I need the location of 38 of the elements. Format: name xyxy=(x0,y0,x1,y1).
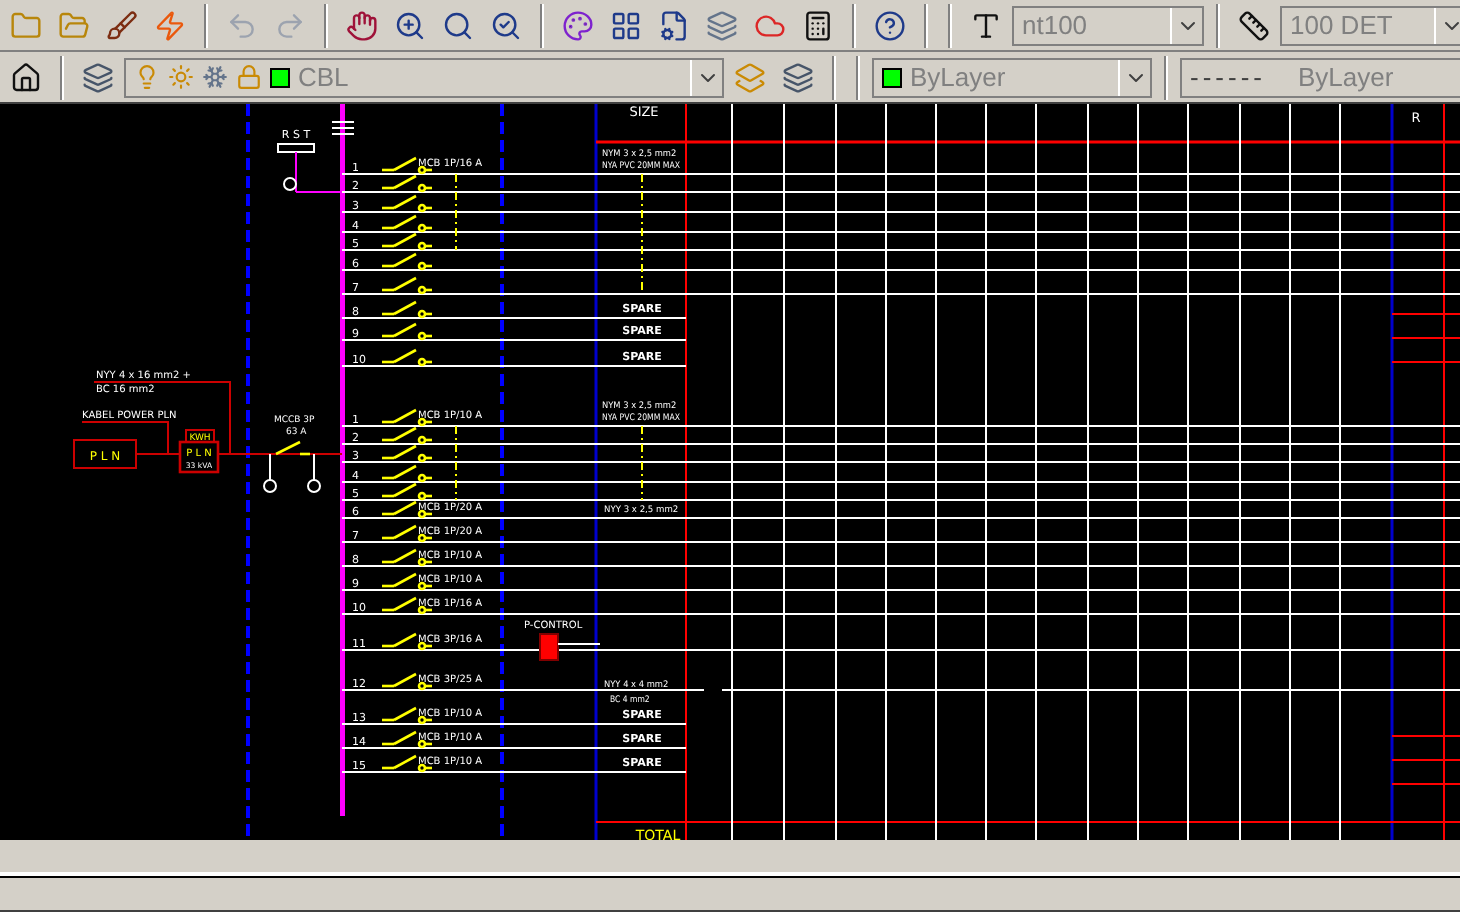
breaker-symbol xyxy=(382,482,432,501)
linetype-value: ByLayer xyxy=(1297,59,1394,96)
breaker-symbol xyxy=(382,214,432,233)
color-dropdown[interactable]: ByLayer xyxy=(872,57,1152,97)
layer-dropdown[interactable]: CBL xyxy=(124,57,724,97)
dimension-style-value: 100 DET xyxy=(1290,7,1393,44)
main-breaker-symbol xyxy=(275,440,310,456)
text-style-value: nt100 xyxy=(1022,7,1088,44)
feeder-leader-line xyxy=(81,421,169,455)
breaker-symbol xyxy=(382,348,432,367)
dimension-style-dropdown[interactable]: 100 DET xyxy=(1280,5,1460,45)
drawing-canvas[interactable] xyxy=(0,104,1460,840)
meter-box xyxy=(178,440,220,474)
text-style-dropdown[interactable]: nt100 xyxy=(1012,5,1204,45)
ground-symbol xyxy=(263,453,321,493)
breaker-symbol xyxy=(382,232,432,251)
phase-connector-drawing xyxy=(277,143,343,193)
breaker-symbol xyxy=(382,276,432,295)
linetype-sample: ------ xyxy=(1190,59,1266,96)
breaker-symbol xyxy=(382,322,432,341)
breaker-symbol xyxy=(382,174,432,193)
breaker-symbol xyxy=(382,252,432,271)
breaker-symbol xyxy=(382,464,432,483)
sun-icon xyxy=(168,64,194,90)
breaker-symbol xyxy=(382,300,432,319)
menu-lines-icon xyxy=(331,121,355,135)
lock-icon xyxy=(236,64,262,90)
breaker-symbol xyxy=(382,426,432,445)
snowflake-icon xyxy=(202,64,228,90)
source-box xyxy=(73,439,137,469)
dropdown-button[interactable] xyxy=(1434,7,1460,43)
layer-name: CBL xyxy=(298,59,349,96)
breaker-symbol xyxy=(382,194,432,213)
linetype-dropdown[interactable]: ------ ByLayer xyxy=(1180,57,1460,97)
breaker-symbol xyxy=(382,444,432,463)
color-value: ByLayer xyxy=(910,59,1006,96)
bulb-icon xyxy=(134,64,160,90)
meter-label-box xyxy=(185,429,215,443)
